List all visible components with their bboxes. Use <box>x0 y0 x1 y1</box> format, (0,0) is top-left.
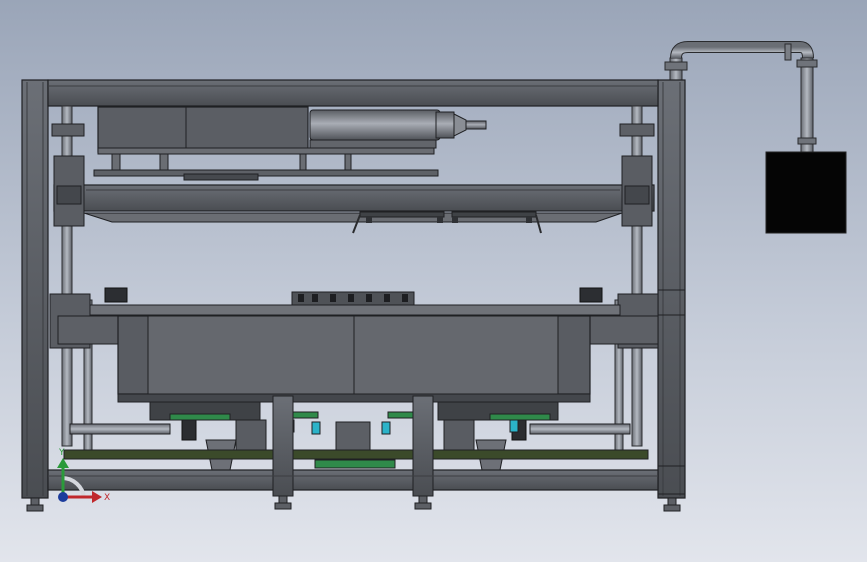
frame-top-beam <box>47 79 659 107</box>
frame-right-column <box>657 79 686 499</box>
upper-crossbar <box>53 155 655 227</box>
pneumatic-cylinder <box>309 109 487 149</box>
base-rail <box>63 449 649 460</box>
cad-viewport[interactable]: X Y <box>0 0 867 562</box>
exhaust-duct <box>664 41 818 154</box>
y-axis-label: Y <box>58 448 65 458</box>
green-guard <box>314 459 396 469</box>
frame-left-column <box>21 79 49 499</box>
hopper-box <box>117 315 591 403</box>
motor-box <box>765 151 847 234</box>
x-axis-label: X <box>104 493 110 503</box>
machine-assembly-drawing: X Y <box>21 41 847 512</box>
leveling-feet <box>26 495 681 512</box>
